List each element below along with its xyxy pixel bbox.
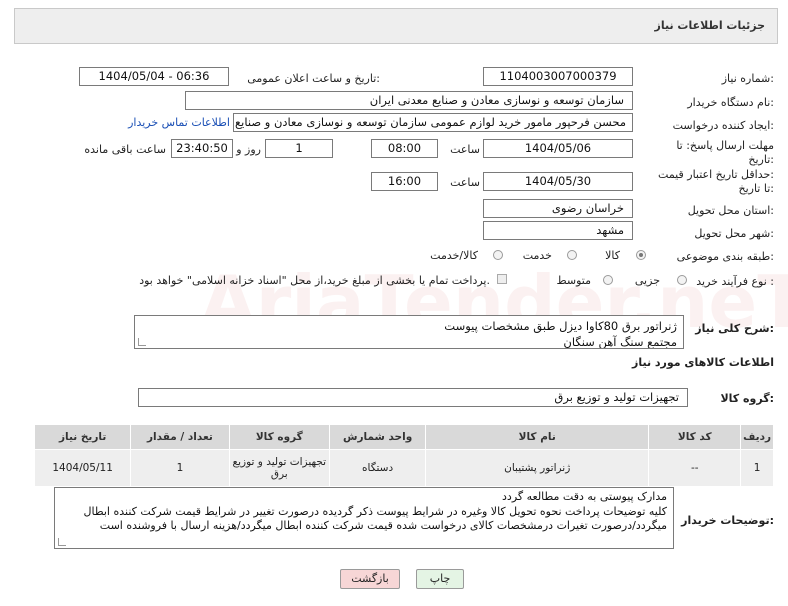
need-number-field[interactable]: 1104003007000379 xyxy=(483,67,633,86)
table-header-row: ردیف کد کالا نام کالا واحد شمارش گروه کا… xyxy=(33,424,774,450)
price-validity-date-field[interactable]: 1404/05/30 xyxy=(483,172,633,191)
price-validity-time-field[interactable]: 16:00 xyxy=(371,172,438,191)
description-line-2: مجتمع سنگ آهن سنگان xyxy=(563,335,677,349)
city-field[interactable]: مشهد xyxy=(483,221,633,240)
cell-quantity: 1 xyxy=(130,449,230,487)
buyer-org-field[interactable]: سازمان توسعه و نوسازی معادن و صنایع معدن… xyxy=(185,91,633,110)
days-label: روز و xyxy=(236,143,261,156)
purchase-radio-minor[interactable] xyxy=(677,275,687,285)
purchase-type-label: نوع فرآیند خرید : xyxy=(696,275,774,288)
col-header-item-group: گروه کالا xyxy=(228,424,331,450)
col-header-row-number: ردیف xyxy=(740,424,774,450)
buyer-org-label: نام دستگاه خریدار: xyxy=(687,96,774,109)
category-radio-both[interactable] xyxy=(493,250,503,260)
goods-group-label: گروه کالا: xyxy=(720,392,774,405)
buyer-contact-link[interactable]: اطلاعات تماس خریدار xyxy=(128,116,230,129)
category-option-service: خدمت xyxy=(522,249,552,262)
cell-unit: دستگاه xyxy=(328,449,427,487)
cell-item-code: -- xyxy=(648,449,742,487)
col-header-unit: واحد شمارش xyxy=(328,424,427,450)
city-label: شهر محل تحویل: xyxy=(694,227,774,240)
items-table: ردیف کد کالا نام کالا واحد شمارش گروه کا… xyxy=(33,424,774,487)
goods-group-field[interactable]: تجهیزات تولید و توزیع برق xyxy=(138,388,688,407)
price-validity-label-line1: حداقل تاریخ اعتبار قیمت: xyxy=(658,168,774,181)
buyer-notes-textarea[interactable]: مدارک پیوستی به دقت مطالعه گردد کلیه توض… xyxy=(54,487,674,549)
resize-grip-icon[interactable] xyxy=(58,538,66,546)
cell-item-name: ژنراتور پشتیبان xyxy=(425,449,650,487)
category-radio-service[interactable] xyxy=(567,250,577,260)
purchase-option-medium: متوسط xyxy=(556,274,591,287)
print-button[interactable]: چاپ xyxy=(416,569,464,589)
announce-label: تاریخ و ساعت اعلان عمومی: xyxy=(247,72,380,85)
category-label: طبقه بندی موضوعی: xyxy=(676,250,774,263)
buyer-notes-line-2: کلیه توضیحات پرداخت نحوه تحویل کالا وغیر… xyxy=(83,504,668,518)
category-radio-goods[interactable] xyxy=(636,250,646,260)
price-validity-time-label: ساعت xyxy=(450,176,480,189)
time-remaining-label: ساعت باقی مانده xyxy=(84,143,166,156)
time-remaining-field[interactable]: 23:40:50 xyxy=(171,139,233,158)
page-title: جزئیات اطلاعات نیاز xyxy=(654,19,766,32)
col-header-item-code: کد کالا xyxy=(648,424,742,450)
table-row[interactable]: 1 -- ژنراتور پشتیبان دستگاه تجهیزات تولی… xyxy=(33,449,774,487)
creator-field[interactable]: محسن فرحپور مامور خرید لوازم عمومی سازما… xyxy=(233,113,633,132)
purchase-radio-medium[interactable] xyxy=(603,275,613,285)
buyer-notes-line-3: میگردد/درصورت تغیرات درمشخصات کالای درخو… xyxy=(99,519,667,532)
deadline-time-label: ساعت xyxy=(450,143,480,156)
deadline-label-line1: مهلت ارسال پاسخ: تا xyxy=(676,139,774,152)
category-option-goods: کالا xyxy=(605,249,620,262)
back-button[interactable]: بازگشت xyxy=(340,569,400,589)
days-remaining-field[interactable]: 1 xyxy=(265,139,333,158)
buyer-notes-label: توضیحات خریدار: xyxy=(681,514,774,527)
deadline-date-field[interactable]: 1404/05/06 xyxy=(483,139,633,158)
category-option-both: کالا/خدمت xyxy=(430,249,478,262)
need-number-label: شماره نیاز: xyxy=(721,72,774,85)
goods-section-title: اطلاعات کالاهای مورد نیاز xyxy=(632,356,774,369)
cell-row-number: 1 xyxy=(740,449,774,487)
cell-item-group: تجهیزات تولید و توزیع برق xyxy=(228,449,331,487)
creator-label: ایجاد کننده درخواست: xyxy=(672,119,774,132)
province-field[interactable]: خراسان رضوی xyxy=(483,199,633,218)
col-header-quantity: تعداد / مقدار xyxy=(130,424,230,450)
description-textarea[interactable]: ژنراتور برق 80کاوا دیزل طبق مشخصات پیوست… xyxy=(134,315,684,349)
province-label: استان محل تحویل: xyxy=(687,204,774,217)
treasury-payment-note: پرداخت تمام یا بخشی از مبلغ خرید،از محل … xyxy=(139,274,490,287)
col-header-item-name: نام کالا xyxy=(425,424,650,450)
deadline-time-field[interactable]: 08:00 xyxy=(371,139,438,158)
purchase-option-minor: جزیی xyxy=(634,274,660,287)
col-header-need-date: تاریخ نیاز xyxy=(33,424,132,450)
cell-need-date: 1404/05/11 xyxy=(33,449,132,487)
price-validity-label-line2: تا تاریخ: xyxy=(738,182,774,195)
resize-grip-icon[interactable] xyxy=(138,338,146,346)
description-line-1: ژنراتور برق 80کاوا دیزل طبق مشخصات پیوست xyxy=(444,319,677,333)
description-label: شرح کلی نیاز: xyxy=(695,322,774,335)
announce-field[interactable]: 1404/05/04 - 06:36 xyxy=(79,67,229,86)
header-panel: جزئیات اطلاعات نیاز xyxy=(14,8,778,44)
buyer-notes-line-1: مدارک پیوستی به دقت مطالعه گردد xyxy=(502,490,667,503)
treasury-payment-checkbox[interactable] xyxy=(497,274,507,284)
deadline-label-line2: تاریخ: xyxy=(748,153,774,166)
